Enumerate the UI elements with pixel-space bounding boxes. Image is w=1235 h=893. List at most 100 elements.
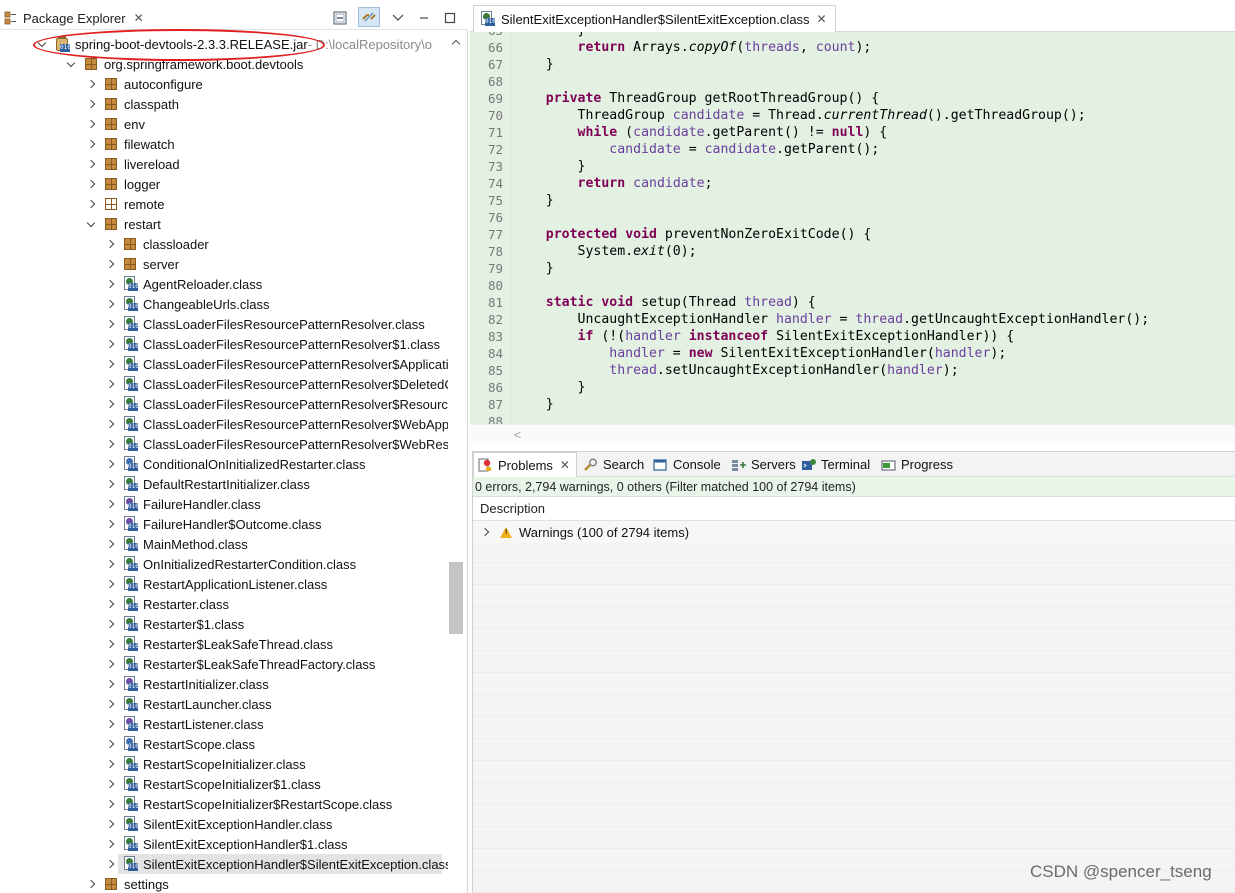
scroll-up-icon[interactable] [451, 39, 461, 49]
tree-item[interactable]: classpath [0, 94, 448, 114]
tab-console[interactable]: Console [653, 452, 721, 477]
chevron-right-icon[interactable] [104, 494, 116, 514]
chevron-right-icon[interactable] [85, 74, 97, 94]
tree-item[interactable]: remote [0, 194, 448, 214]
link-with-editor-icon[interactable] [358, 7, 380, 27]
tree-item[interactable]: server [0, 254, 448, 274]
tree-item[interactable]: autoconfigure [0, 74, 448, 94]
close-icon[interactable]: ✕ [560, 458, 570, 472]
tree-item[interactable]: settings [0, 874, 448, 893]
scrollbar-thumb[interactable] [449, 562, 463, 634]
chevron-right-icon[interactable] [85, 194, 97, 214]
tree-item[interactable]: 010 SilentExitExceptionHandler.class [0, 814, 448, 834]
chevron-right-icon[interactable] [104, 334, 116, 354]
chevron-right-icon[interactable] [104, 414, 116, 434]
chevron-right-icon[interactable] [104, 314, 116, 334]
chevron-right-icon[interactable] [85, 114, 97, 134]
chevron-right-icon[interactable] [104, 454, 116, 474]
tree-item[interactable]: 010 ChangeableUrls.class [0, 294, 448, 314]
code-editor[interactable]: 65 66 67 68 69 70 71 72 73 74 75 76 77 78 79 80 81 82 83 84… [470, 32, 1235, 424]
chevron-right-icon[interactable] [104, 234, 116, 254]
chevron-down-icon[interactable] [85, 214, 97, 234]
tree-item[interactable]: 010 Restarter$1.class [0, 614, 448, 634]
tree-item[interactable]: 010 RestartScopeInitializer.class [0, 754, 448, 774]
chevron-right-icon[interactable] [104, 254, 116, 274]
chevron-right-icon[interactable] [85, 174, 97, 194]
tree-item[interactable]: 010 FailureHandler.class [0, 494, 448, 514]
tree-item[interactable]: 010 RestartApplicationListener.class [0, 574, 448, 594]
chevron-right-icon[interactable] [104, 514, 116, 534]
scroll-left-icon[interactable]: < [514, 428, 521, 442]
tree-item[interactable]: 010 AgentReloader.class [0, 274, 448, 294]
chevron-right-icon[interactable] [104, 594, 116, 614]
view-menu-icon[interactable] [390, 10, 406, 26]
tree-item[interactable]: classloader [0, 234, 448, 254]
chevron-right-icon[interactable] [104, 834, 116, 854]
chevron-right-icon[interactable] [104, 714, 116, 734]
column-header-description[interactable]: Description [473, 497, 1235, 521]
chevron-right-icon[interactable] [104, 474, 116, 494]
maximize-icon[interactable] [442, 10, 458, 26]
tree-item[interactable]: 010 OnInitializedRestarterCondition.class [0, 554, 448, 574]
tree-item[interactable]: 010 SilentExitExceptionHandler$1.class [0, 834, 448, 854]
tree-item[interactable]: 010 ConditionalOnInitializedRestarter.cla… [0, 454, 448, 474]
tree-item[interactable]: 010 Restarter.class [0, 594, 448, 614]
editor-tab[interactable]: 010 SilentExitExceptionHandler$SilentExi… [473, 5, 836, 32]
chevron-right-icon[interactable] [104, 794, 116, 814]
chevron-right-icon[interactable] [104, 294, 116, 314]
tree-item[interactable]: 010 ClassLoaderFilesResourcePatternResolv… [0, 394, 448, 414]
tab-search[interactable]: Search [583, 452, 644, 477]
tree-item[interactable]: logger [0, 174, 448, 194]
chevron-right-icon[interactable] [104, 574, 116, 594]
chevron-down-icon[interactable] [36, 34, 48, 54]
tree-item[interactable]: 010 ClassLoaderFilesResourcePatternResolv… [0, 374, 448, 394]
chevron-right-icon[interactable] [104, 534, 116, 554]
tree-item[interactable]: 010 Restarter$LeakSafeThreadFactory.class [0, 654, 448, 674]
chevron-down-icon[interactable] [65, 54, 77, 74]
close-icon[interactable]: ✕ [134, 11, 144, 25]
chevron-right-icon[interactable] [85, 154, 97, 174]
tree-item[interactable]: 010 ClassLoaderFilesResourcePatternResolv… [0, 354, 448, 374]
warnings-group-row[interactable]: ! Warnings (100 of 2794 items) [473, 521, 1235, 543]
chevron-right-icon[interactable] [104, 274, 116, 294]
package-explorer-tab[interactable]: Package Explorer ✕ [4, 6, 144, 30]
tree-item[interactable]: 010 RestartScopeInitializer$1.class [0, 774, 448, 794]
vertical-scrollbar[interactable] [448, 34, 466, 893]
tree-item[interactable]: 010 MainMethod.class [0, 534, 448, 554]
tree-item[interactable]: 010 Restarter$LeakSafeThread.class [0, 634, 448, 654]
tree-item[interactable]: env [0, 114, 448, 134]
chevron-right-icon[interactable] [104, 814, 116, 834]
chevron-right-icon[interactable] [104, 554, 116, 574]
chevron-right-icon[interactable] [85, 134, 97, 154]
chevron-right-icon[interactable] [479, 522, 491, 542]
tree-item[interactable]: 010 ClassLoaderFilesResourcePatternResolv… [0, 434, 448, 454]
chevron-right-icon[interactable] [104, 654, 116, 674]
tree-item[interactable]: restart [0, 214, 448, 234]
chevron-right-icon[interactable] [104, 394, 116, 414]
tree-item[interactable]: 010 RestartListener.class [0, 714, 448, 734]
tree-item[interactable]: filewatch [0, 134, 448, 154]
chevron-right-icon[interactable] [104, 374, 116, 394]
chevron-right-icon[interactable] [104, 774, 116, 794]
chevron-right-icon[interactable] [85, 874, 97, 893]
tree-item[interactable]: 010 ClassLoaderFilesResourcePatternResolv… [0, 414, 448, 434]
chevron-right-icon[interactable] [104, 734, 116, 754]
tree-item[interactable]: 010 spring-boot-devtools-2.3.3.RELEASE.ja… [0, 34, 448, 54]
minimize-icon[interactable] [416, 10, 432, 26]
tree-item[interactable]: 010 RestartScope.class [0, 734, 448, 754]
tree-item[interactable]: 010 ClassLoaderFilesResourcePatternResolv… [0, 314, 448, 334]
chevron-right-icon[interactable] [104, 634, 116, 654]
tab-progress[interactable]: Progress [881, 452, 953, 477]
chevron-right-icon[interactable] [104, 354, 116, 374]
tree-item[interactable]: 010 FailureHandler$Outcome.class [0, 514, 448, 534]
tree-item[interactable]: 010 DefaultRestartInitializer.class [0, 474, 448, 494]
chevron-right-icon[interactable] [85, 94, 97, 114]
chevron-right-icon[interactable] [104, 694, 116, 714]
chevron-right-icon[interactable] [104, 754, 116, 774]
tree-item[interactable]: livereload [0, 154, 448, 174]
tab-servers[interactable]: Servers [731, 452, 796, 477]
tree-item[interactable]: org.springframework.boot.devtools [0, 54, 448, 74]
chevron-right-icon[interactable] [104, 434, 116, 454]
tree-item[interactable]: 010 ClassLoaderFilesResourcePatternResolv… [0, 334, 448, 354]
chevron-right-icon[interactable] [104, 674, 116, 694]
